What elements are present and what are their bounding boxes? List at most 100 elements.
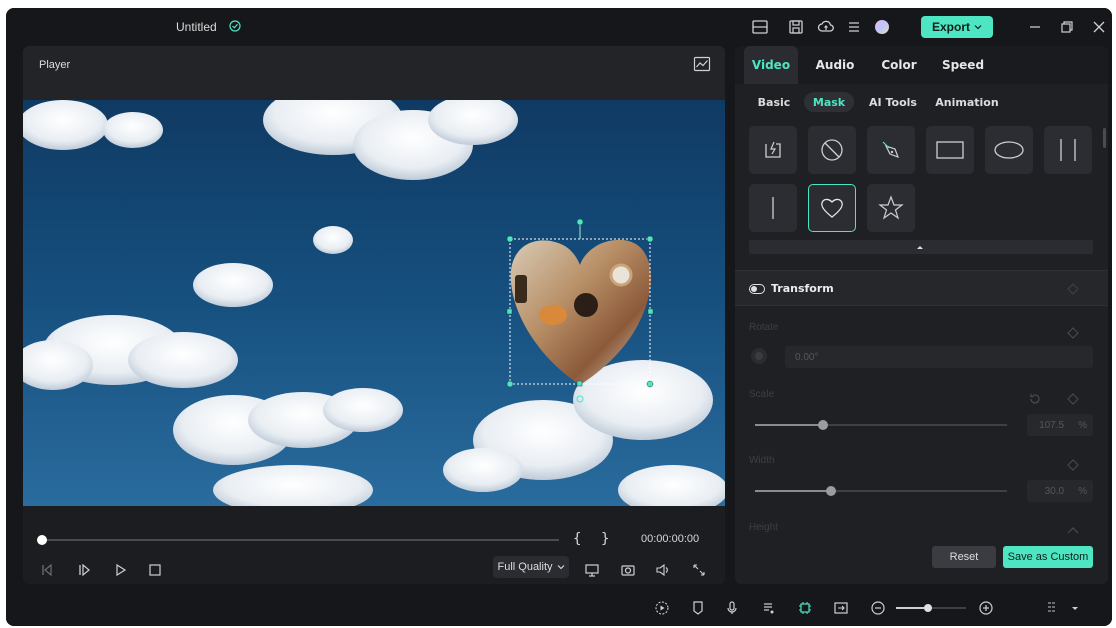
import-mask-icon bbox=[765, 141, 781, 158]
zoom-slider-knob[interactable] bbox=[924, 604, 932, 612]
width-keyframe-icon[interactable] bbox=[1067, 459, 1079, 471]
playhead[interactable] bbox=[37, 535, 47, 545]
width-slider-knob[interactable] bbox=[826, 486, 836, 496]
mark-out-button[interactable]: } bbox=[601, 531, 609, 547]
fit-timeline-icon[interactable] bbox=[833, 600, 849, 616]
player-title: Player bbox=[39, 59, 71, 71]
width-slider-fill bbox=[755, 490, 831, 492]
ai-tools-icon[interactable] bbox=[797, 600, 813, 616]
pen-mask-button[interactable] bbox=[867, 126, 915, 174]
scale-input[interactable]: 107.5 % bbox=[1027, 414, 1093, 436]
rectangle-icon bbox=[936, 141, 964, 159]
toggle-icon[interactable] bbox=[749, 284, 765, 294]
quality-select[interactable]: Full Quality bbox=[493, 556, 569, 578]
tab-color[interactable]: Color bbox=[872, 46, 926, 84]
volume-icon[interactable] bbox=[655, 562, 671, 578]
star-icon bbox=[878, 195, 904, 220]
zoom-in-icon[interactable] bbox=[978, 600, 994, 616]
marker-icon[interactable] bbox=[690, 600, 706, 616]
single-line-icon bbox=[772, 197, 774, 219]
rotate-label: Rotate bbox=[749, 322, 779, 333]
subtab-ai-tools[interactable]: AI Tools bbox=[862, 92, 924, 112]
scale-slider-fill bbox=[755, 424, 823, 426]
import-mask-button[interactable] bbox=[749, 126, 797, 174]
previous-frame-icon[interactable] bbox=[39, 562, 55, 578]
ellipse-mask-button[interactable] bbox=[985, 126, 1033, 174]
render-preview-icon[interactable] bbox=[654, 600, 670, 616]
minimize-icon[interactable] bbox=[1026, 18, 1044, 36]
mark-in-button[interactable]: { bbox=[573, 531, 581, 547]
transform-title: Transform bbox=[771, 282, 834, 295]
rotate-dial-icon[interactable] bbox=[749, 346, 769, 366]
restore-icon[interactable] bbox=[1058, 18, 1076, 36]
cloud-upload-icon[interactable] bbox=[817, 18, 835, 36]
avatar[interactable] bbox=[873, 18, 891, 36]
app-window: Untitled Export Player {} 00:00:00:00 F… bbox=[6, 8, 1112, 626]
quality-label: Full Quality bbox=[497, 561, 553, 573]
close-icon[interactable] bbox=[1090, 18, 1108, 36]
panel-scrollbar[interactable] bbox=[1103, 128, 1106, 148]
title-bar: Untitled Export bbox=[6, 8, 1112, 46]
timeline-track[interactable] bbox=[39, 539, 559, 541]
tab-speed[interactable]: Speed bbox=[936, 46, 990, 84]
video-preview[interactable] bbox=[23, 100, 725, 506]
export-button[interactable]: Export bbox=[921, 16, 993, 38]
chevron-down-icon bbox=[974, 25, 982, 30]
star-mask-button[interactable] bbox=[867, 184, 915, 232]
chevron-up-icon bbox=[917, 246, 923, 249]
play-icon[interactable] bbox=[113, 562, 129, 578]
menu-icon[interactable] bbox=[845, 18, 863, 36]
subtab-basic[interactable]: Basic bbox=[749, 92, 799, 112]
project-title: Untitled bbox=[176, 20, 217, 34]
subtab-mask[interactable]: Mask bbox=[804, 92, 854, 112]
subtab-animation[interactable]: Animation bbox=[932, 92, 1002, 112]
voiceover-icon[interactable] bbox=[761, 600, 777, 616]
next-frame-icon[interactable] bbox=[77, 562, 93, 578]
mirror-mask-button[interactable] bbox=[1044, 126, 1092, 174]
scale-slider-knob[interactable] bbox=[818, 420, 828, 430]
heart-mask-button[interactable] bbox=[808, 184, 856, 232]
save-as-custom-button[interactable]: Save as Custom bbox=[1003, 546, 1093, 568]
tab-video[interactable]: Video bbox=[744, 46, 798, 84]
saved-check-icon bbox=[229, 20, 241, 32]
scale-keyframe-icon[interactable] bbox=[1067, 393, 1079, 405]
export-label: Export bbox=[931, 20, 970, 34]
width-unit: % bbox=[1078, 485, 1087, 497]
panel-tabs: Video Audio Color Speed bbox=[735, 46, 1108, 84]
rotate-keyframe-icon[interactable] bbox=[1067, 327, 1079, 339]
collapse-masks-bar[interactable] bbox=[749, 240, 1093, 254]
line-mask-button[interactable] bbox=[749, 184, 797, 232]
pen-tool-icon bbox=[882, 141, 900, 159]
double-line-icon bbox=[1060, 139, 1076, 161]
scale-label: Scale bbox=[749, 389, 775, 400]
display-icon[interactable] bbox=[584, 562, 600, 578]
width-input[interactable]: 30.0 % bbox=[1027, 480, 1093, 502]
transform-section-header[interactable]: Transform bbox=[735, 270, 1108, 306]
fullscreen-icon[interactable] bbox=[691, 562, 707, 578]
player-controls: { } 00:00:00:00 Full Quality bbox=[23, 506, 725, 584]
no-mask-button[interactable] bbox=[808, 126, 856, 174]
microphone-icon[interactable] bbox=[724, 600, 740, 616]
chevron-down-icon[interactable] bbox=[1067, 600, 1083, 616]
panel-subtabs: Basic Mask AI Tools Animation bbox=[735, 84, 1108, 118]
scopes-icon[interactable] bbox=[693, 56, 711, 72]
zoom-out-icon[interactable] bbox=[870, 600, 886, 616]
heart-icon bbox=[821, 198, 843, 218]
keyframe-icon[interactable] bbox=[1067, 283, 1079, 295]
property-panel: Video Audio Color Speed Basic Mask AI To… bbox=[735, 46, 1108, 584]
scale-unit: % bbox=[1078, 419, 1087, 431]
sky-clouds-image bbox=[23, 100, 725, 506]
reset-rotate-icon[interactable] bbox=[1028, 392, 1042, 406]
track-layout-icon[interactable] bbox=[1045, 600, 1061, 616]
tab-audio[interactable]: Audio bbox=[808, 46, 862, 84]
reset-button[interactable]: Reset bbox=[932, 546, 996, 568]
chevron-up-icon[interactable] bbox=[1067, 526, 1079, 534]
stop-icon[interactable] bbox=[147, 562, 163, 578]
player-panel: Player {} 00:00:00:00 Full Quality bbox=[23, 46, 725, 584]
rectangle-mask-button[interactable] bbox=[926, 126, 974, 174]
layout-icon[interactable] bbox=[751, 18, 769, 36]
timeline-toolbar bbox=[6, 590, 1112, 626]
rotate-input[interactable]: 0.00° bbox=[785, 346, 1093, 368]
save-icon[interactable] bbox=[787, 18, 805, 36]
snapshot-icon[interactable] bbox=[620, 562, 636, 578]
